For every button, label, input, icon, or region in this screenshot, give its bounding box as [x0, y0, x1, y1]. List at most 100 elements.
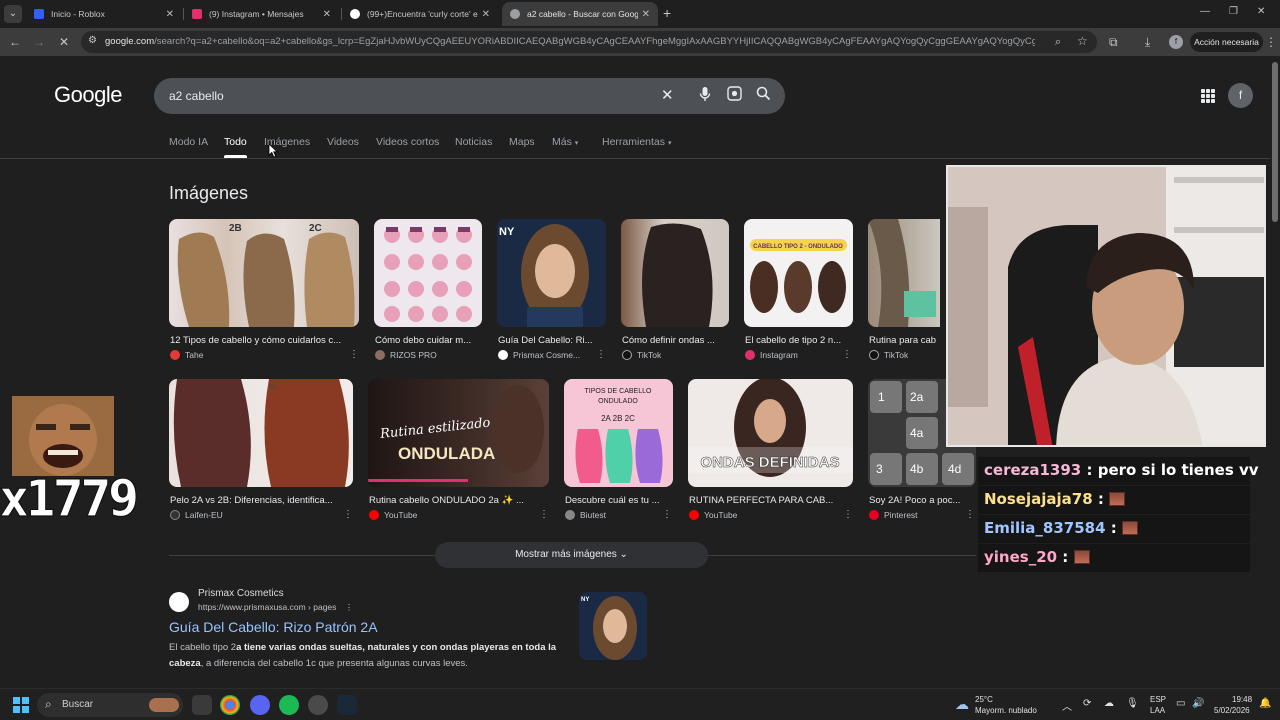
downloads-icon[interactable]: ⤓ — [1145, 35, 1150, 49]
image-caption[interactable]: 12 Tipos de cabello y cómo cuidarlos c..… — [170, 335, 356, 346]
chrome-icon[interactable] — [220, 695, 240, 715]
tab-tiktok[interactable]: (99+)Encuentra 'curly corte' en ✕ — [342, 2, 498, 26]
discord-icon[interactable] — [250, 695, 270, 715]
clock-date[interactable]: 5/02/2026 — [1214, 706, 1250, 716]
tab-maps[interactable]: Maps — [509, 136, 535, 148]
image-caption[interactable]: Cómo definir ondas ... — [622, 335, 726, 346]
image-result[interactable]: TIPOS DE CABELLO ONDULADO 2A 2B 2C Descu… — [564, 379, 673, 521]
image-thumbnail[interactable] — [621, 219, 729, 327]
address-bar[interactable]: ⚙ google.com/search?q=a2+cabello&oq=a2+c… — [81, 31, 1097, 53]
windows-start-icon[interactable] — [13, 697, 29, 713]
weather-cloud-icon[interactable]: ☁ — [955, 696, 969, 713]
network-icon[interactable]: ▭ — [1176, 698, 1185, 709]
google-apps-icon[interactable] — [1201, 89, 1215, 103]
tab-instagram[interactable]: (9) Instagram • Mensajes ✕ — [184, 2, 339, 26]
image-thumbnail[interactable]: NY — [497, 219, 606, 327]
site-info-icon[interactable]: ⚙ — [88, 35, 97, 46]
image-thumbnail[interactable] — [374, 219, 482, 327]
clock-time[interactable]: 19:48 — [1232, 695, 1252, 705]
image-caption[interactable]: Rutina cabello ONDULADO 2a ✨ ... — [369, 495, 545, 506]
search-query[interactable]: a2 cabello — [169, 89, 224, 103]
notifications-icon[interactable]: 🔔 — [1259, 698, 1271, 709]
image-source[interactable]: YouTube — [689, 510, 737, 520]
image-result[interactable]: ONDAS DEFINIDAS RUTINA PERFECTA PARA CAB… — [688, 379, 853, 521]
new-tab-button[interactable]: + — [663, 5, 671, 21]
show-hidden-icons-icon[interactable]: ︿ — [1062, 698, 1072, 713]
image-source[interactable]: RIZOS PRO — [375, 350, 437, 360]
app-icon[interactable] — [308, 695, 328, 715]
profile-avatar[interactable]: f — [1169, 35, 1183, 49]
image-thumbnail[interactable]: 2B 2C — [169, 219, 359, 327]
tab-google-search[interactable]: a2 cabello - Buscar con Google ✕ — [502, 2, 658, 26]
tab-noticias[interactable]: Noticias — [455, 136, 492, 148]
bookmark-star-icon[interactable]: ☆ — [1077, 34, 1088, 48]
more-options-icon[interactable]: ⋮ — [345, 602, 354, 612]
search-icon[interactable] — [756, 86, 771, 107]
tab-todo[interactable]: Todo — [224, 136, 247, 158]
image-source[interactable]: YouTube — [369, 510, 417, 520]
more-options-icon[interactable]: ⋮ — [843, 509, 853, 520]
tab-roblox[interactable]: Inicio - Roblox ✕ — [26, 2, 182, 26]
clear-icon[interactable]: ✕ — [661, 86, 674, 106]
image-result[interactable]: 2b Pelo 2A vs 2B: Diferencias, identific… — [169, 379, 353, 521]
image-caption[interactable]: Soy 2A! Poco a poc... — [869, 495, 973, 506]
google-logo[interactable]: Google — [54, 82, 122, 108]
image-source[interactable]: Laifen-EU — [170, 510, 223, 520]
forward-icon[interactable]: → — [33, 35, 45, 49]
image-source[interactable]: Pinterest — [869, 510, 918, 520]
taskbar-search[interactable]: ⌕ Buscar — [37, 693, 183, 717]
image-caption[interactable]: Cómo debo cuidar m... — [375, 335, 481, 346]
image-result[interactable]: NY Guía Del Cabello: Ri... Prismax Cosme… — [497, 219, 606, 361]
onedrive-icon[interactable]: ☁ — [1104, 698, 1114, 709]
site-favicon-icon[interactable] — [169, 592, 189, 612]
more-options-icon[interactable]: ⋮ — [662, 509, 672, 520]
lens-search-icon[interactable] — [727, 86, 742, 107]
steam-icon[interactable] — [337, 695, 357, 715]
image-thumbnail[interactable] — [868, 219, 940, 327]
weather-desc[interactable]: Mayorm. nublado — [975, 706, 1037, 716]
more-options-icon[interactable]: ⋮ — [539, 509, 549, 520]
image-result[interactable]: 2B 2C 12 Tipos de cabello y cómo cuidarl… — [169, 219, 359, 361]
image-source[interactable]: Biutest — [565, 510, 606, 520]
image-caption[interactable]: Rutina para cab — [869, 335, 940, 346]
tab-modo-ia[interactable]: Modo IA — [169, 136, 208, 148]
image-thumbnail[interactable]: 2b — [169, 379, 353, 487]
action-needed-button[interactable]: Acción necesaria — [1190, 32, 1263, 52]
image-result[interactable]: Cómo definir ondas ... TikTok — [621, 219, 729, 361]
more-options-icon[interactable]: ⋮ — [596, 349, 606, 360]
back-icon[interactable]: ← — [9, 35, 21, 49]
close-tab-icon[interactable]: ✕ — [482, 9, 490, 20]
more-options-icon[interactable]: ⋮ — [965, 509, 975, 520]
image-source[interactable]: Prismax Cosme... — [498, 350, 580, 360]
account-avatar[interactable]: f — [1228, 83, 1253, 108]
search-box[interactable]: a2 cabello ✕ — [154, 78, 785, 114]
result-url[interactable]: https://www.prismaxusa.com › pages ⋮ — [198, 602, 353, 613]
image-result[interactable]: CABELLO TIPO 2 - ONDULADO El cabello de … — [744, 219, 853, 361]
volume-icon[interactable]: 🔊 — [1192, 698, 1204, 709]
spotify-icon[interactable] — [279, 695, 299, 715]
tab-search-button[interactable]: ⌄ — [4, 5, 22, 23]
extensions-icon[interactable]: ⧉ — [1109, 35, 1118, 49]
window-close-icon[interactable]: ✕ — [1257, 6, 1265, 17]
image-caption[interactable]: Guía Del Cabello: Ri... — [498, 335, 602, 346]
image-result[interactable]: Rutina estilizado ONDULADA 2A Rutina cab… — [368, 379, 549, 521]
microphone-icon[interactable]: 🎙 — [1126, 698, 1139, 709]
zoom-icon[interactable]: ⌕ — [1055, 35, 1061, 49]
image-thumbnail[interactable]: ONDAS DEFINIDAS — [688, 379, 853, 487]
scrollbar-thumb[interactable] — [1272, 62, 1278, 222]
minimize-icon[interactable]: — — [1200, 6, 1210, 17]
image-source[interactable]: Instagram — [745, 350, 798, 360]
tab-mas[interactable]: Más ▾ — [552, 136, 578, 148]
more-options-icon[interactable]: ⋮ — [343, 509, 353, 520]
image-caption[interactable]: Descubre cuál es tu ... — [565, 495, 669, 506]
close-tab-icon[interactable]: ✕ — [642, 9, 650, 20]
stop-loading-icon[interactable]: ✕ — [59, 35, 69, 49]
image-thumbnail[interactable]: TIPOS DE CABELLO ONDULADO 2A 2B 2C — [564, 379, 673, 487]
image-source[interactable]: TikTok — [869, 350, 908, 360]
image-source[interactable]: Tahe — [170, 350, 203, 360]
image-result[interactable]: Rutina para cab TikTok — [868, 219, 940, 361]
image-caption[interactable]: RUTINA PERFECTA PARA CAB... — [689, 495, 847, 506]
image-caption[interactable]: El cabello de tipo 2 n... — [745, 335, 851, 346]
language-secondary[interactable]: LAA — [1150, 706, 1165, 716]
result-title-link[interactable]: Guía Del Cabello: Rizo Patrón 2A — [169, 619, 378, 635]
